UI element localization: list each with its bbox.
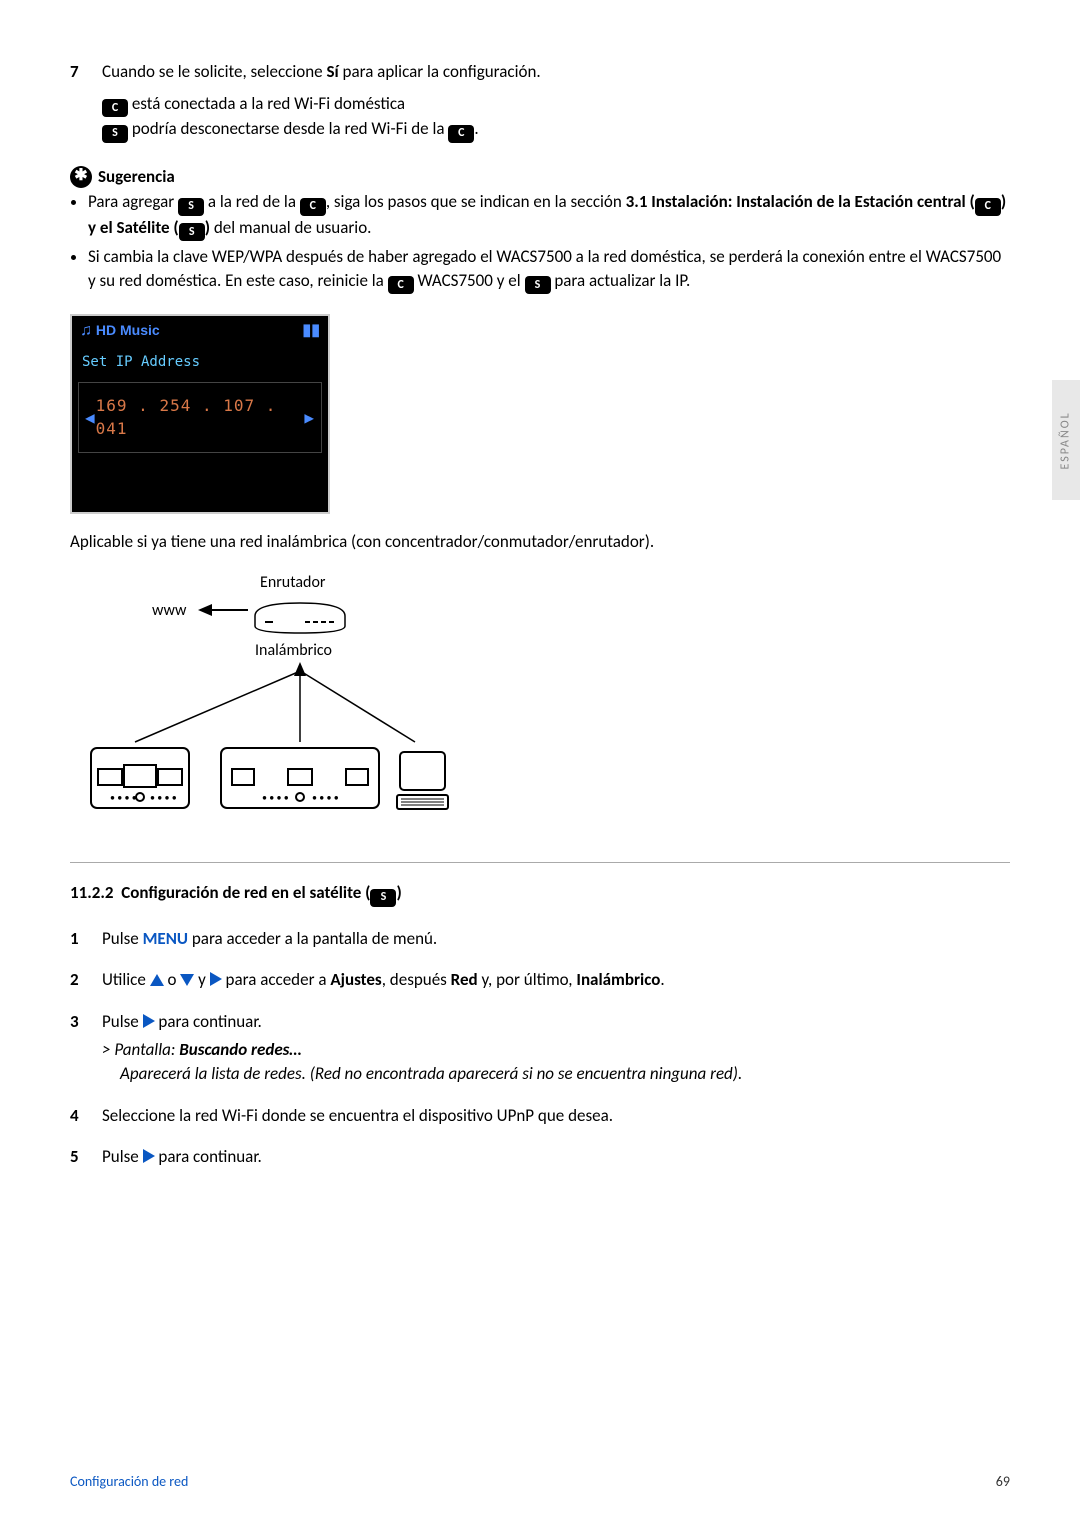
center-icon: C	[300, 198, 326, 216]
step-number: 5	[70, 1145, 102, 1169]
signal-icon: ▮▮	[302, 320, 320, 342]
language-tab-label: ESPAÑOL	[1058, 411, 1075, 469]
satellite-icon: S	[370, 889, 396, 907]
router-icon	[250, 598, 350, 638]
language-tab: ESPAÑOL	[1052, 380, 1080, 500]
tip-item-1: Para agregar S a la red de la C, siga lo…	[88, 190, 1010, 241]
tip-icon: ✱	[70, 166, 92, 188]
tip-title: Sugerencia	[98, 165, 175, 189]
device-screen-mock: ♫ HD Music ▮▮ Set IP Address ◀ 169 . 254…	[70, 314, 330, 514]
section-divider	[70, 862, 1010, 863]
center-icon: C	[388, 276, 414, 294]
device-satellite-icon: • • • • • • • •	[220, 747, 380, 817]
device-computer-icon	[395, 747, 450, 817]
network-diagram: Enrutador www Inalámbrico	[70, 572, 430, 832]
footer-section-title: Configuración de red	[70, 1472, 188, 1492]
arrow-www-icon	[198, 600, 248, 620]
step-number: 2	[70, 968, 102, 992]
step-3: 3 Pulse para continuar.	[70, 1010, 1010, 1034]
triangle-up-icon	[150, 974, 164, 986]
menu-keyword: MENU	[143, 928, 188, 949]
step-4: 4 Seleccione la red Wi-Fi donde se encue…	[70, 1104, 1010, 1128]
step-number: 3	[70, 1010, 102, 1034]
wireless-label: Inalámbrico	[255, 640, 332, 662]
svg-text:• • • •: • • • •	[312, 791, 339, 804]
satellite-icon: S	[178, 198, 204, 216]
device-center-icon: • • • • • • • •	[90, 747, 190, 817]
screen-header: HD Music	[96, 322, 160, 338]
svg-text:• • • •: • • • •	[110, 791, 137, 804]
www-label: www	[152, 600, 186, 622]
satellite-icon: S	[102, 125, 128, 143]
step-3-result: > Pantalla: Buscando redes… Aparecerá la…	[102, 1038, 1010, 1086]
satellite-icon: S	[179, 223, 205, 241]
svg-text:• • • •: • • • •	[150, 791, 177, 804]
triangle-down-icon	[180, 974, 194, 986]
triangle-right-icon	[143, 1149, 155, 1163]
left-arrow-icon: ◀	[85, 407, 96, 429]
satellite-icon: S	[525, 276, 551, 294]
page-footer: Configuración de red 69	[70, 1472, 1010, 1492]
triangle-right-icon	[143, 1014, 155, 1028]
step-7-details: C está conectada a la red Wi-Fi doméstic…	[102, 92, 1010, 143]
ip-row: ◀ 169 . 254 . 107 . 041 ▶	[78, 382, 322, 453]
router-label: Enrutador	[260, 572, 325, 594]
step-number: 7	[70, 60, 102, 84]
step-2: 2 Utilice o y para acceder a Ajustes, de…	[70, 968, 1010, 992]
step-text: Cuando se le solicite, seleccione Sí par…	[102, 60, 1010, 84]
footer-page-number: 69	[996, 1472, 1010, 1492]
center-icon: C	[102, 99, 128, 117]
step-5: 5 Pulse para continuar.	[70, 1145, 1010, 1169]
svg-text:• • • •: • • • •	[262, 791, 289, 804]
music-note-icon: ♫	[80, 322, 92, 339]
tip-item-2: Si cambia la clave WEP/WPA después de ha…	[88, 245, 1010, 294]
step-7: 7 Cuando se le solicite, seleccione Sí p…	[70, 60, 1010, 84]
screen-title: Set IP Address	[72, 347, 328, 379]
tip-heading: ✱ Sugerencia	[70, 165, 1010, 189]
step-1: 1 Pulse MENU para acceder a la pantalla …	[70, 927, 1010, 951]
right-arrow-icon: ▶	[304, 407, 315, 429]
triangle-right-icon	[210, 972, 222, 986]
section-heading: 11.2.2 Configuración de red en el satéli…	[70, 881, 1010, 906]
step-number: 4	[70, 1104, 102, 1128]
applicable-note: Aplicable si ya tiene una red inalámbric…	[70, 530, 1010, 554]
step-number: 1	[70, 927, 102, 951]
tip-list: Para agregar S a la red de la C, siga lo…	[70, 190, 1010, 294]
center-icon: C	[975, 198, 1001, 216]
center-icon: C	[448, 125, 474, 143]
